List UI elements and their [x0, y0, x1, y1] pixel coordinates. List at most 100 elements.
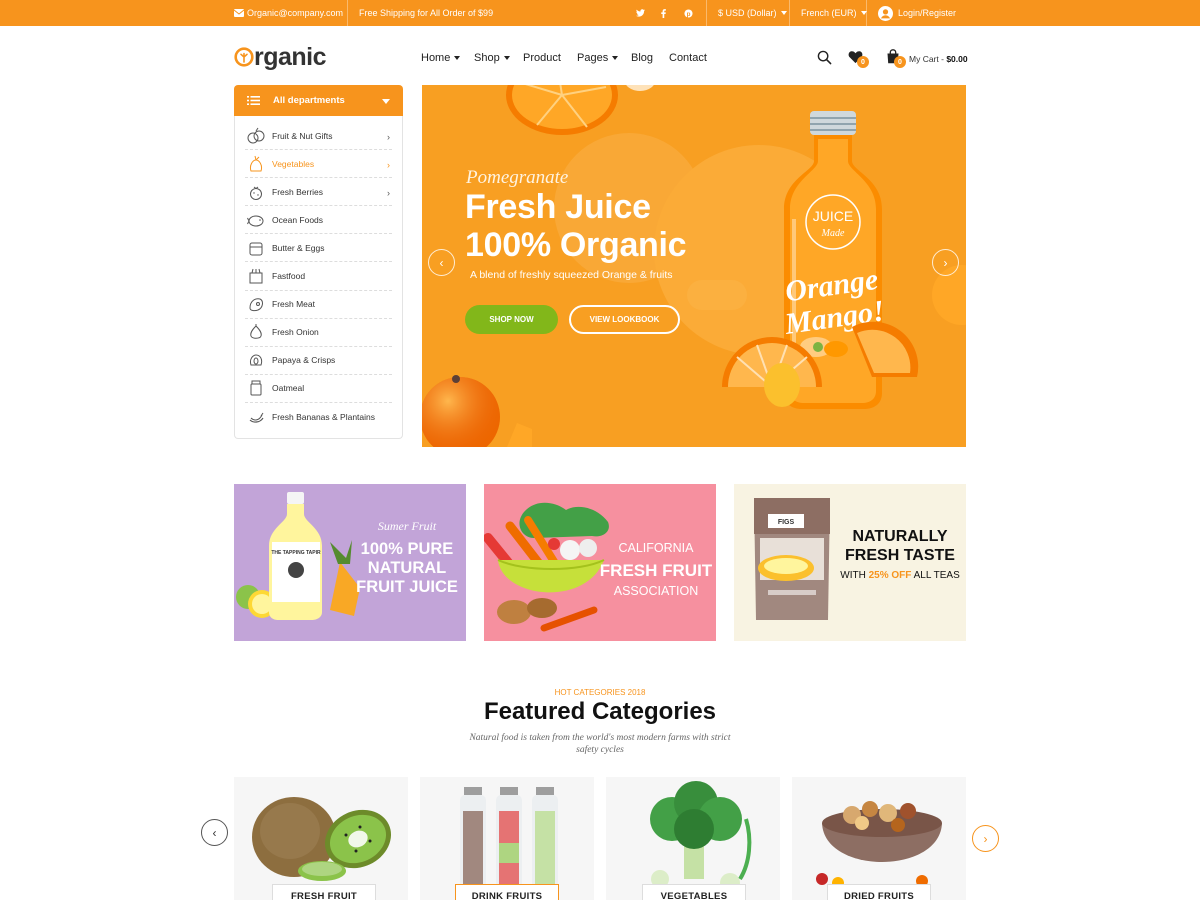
sidebar-item-fresh-bananas-and-plantains[interactable]: Fresh Bananas & Plantains — [245, 403, 392, 431]
sidebar-item-label: Fresh Berries — [272, 186, 324, 197]
banner1-line1: 100% PURE — [360, 540, 454, 558]
hero-description: A blend of freshly squeezed Orange & fru… — [470, 269, 673, 281]
package-label: FIGS — [778, 519, 795, 526]
nav-home[interactable]: Home — [421, 50, 461, 66]
cart-button[interactable]: 0 My Cart - $0.00 — [886, 49, 976, 69]
category-card-dried-fruits[interactable]: DRIED FRUITS — [792, 777, 966, 900]
kiwi-image — [252, 797, 392, 881]
chevron-right-icon: › — [943, 255, 948, 270]
chevron-down-icon — [382, 99, 390, 104]
featured-eyebrow: HOT CATEGORIES 2018 — [554, 688, 646, 697]
sidebar-item-label: Butter & Eggs — [272, 242, 325, 253]
bottle-label-made: Made — [821, 228, 845, 239]
nav-shop-label: Shop — [474, 52, 500, 64]
sidebar-item-label: Fresh Onion — [272, 327, 319, 338]
nav-shop[interactable]: Shop — [474, 50, 510, 66]
sidebar-item-fresh-meat[interactable]: Fresh Meat — [245, 291, 392, 319]
top-email[interactable]: Organic@company.com — [234, 0, 343, 26]
bottle-label-juice: JUICE — [813, 208, 853, 224]
oatmeal-icon — [247, 379, 265, 397]
list-icon — [247, 96, 260, 105]
category-label-vegetables[interactable]: VEGETABLES — [642, 884, 746, 900]
hero-prev-arrow[interactable]: ‹ — [428, 249, 455, 276]
facebook-icon[interactable] — [661, 0, 666, 26]
category-label-drink-fruits[interactable]: DRINK FRUITS — [455, 884, 559, 900]
search-icon[interactable] — [817, 50, 832, 70]
twitter-icon[interactable] — [636, 0, 645, 26]
shop-now-button[interactable]: SHOP NOW — [465, 305, 558, 334]
nav-contact[interactable]: Contact — [669, 50, 707, 66]
fastfood-icon — [247, 267, 265, 285]
banner2-line2: FRESH FRUIT — [599, 561, 713, 580]
sidebar-item-label: Oatmeal — [272, 383, 305, 394]
category-card-drink-fruits[interactable]: DRINK FRUITS — [420, 777, 594, 900]
sidebar-item-fresh-onion[interactable]: Fresh Onion — [245, 319, 392, 347]
chevron-left-icon: ‹ — [212, 825, 217, 840]
sidebar-item-papaya-and-crisps[interactable]: Papaya & Crisps — [245, 347, 392, 375]
all-departments-toggle[interactable]: All departments — [234, 85, 403, 116]
site-logo[interactable]: rganic — [234, 42, 327, 72]
banner-fruit-juice[interactable]: THE TAPPING TAPIR Sumer Fruit 100% PURE … — [234, 484, 466, 641]
nav-blog[interactable]: Blog — [631, 50, 653, 66]
nav-pages[interactable]: Pages — [577, 50, 619, 66]
banner-teas[interactable]: FIGS NATURALLY FRESH TASTE WITH 25% OFF … — [734, 484, 966, 641]
currency-select[interactable]: $ USD (Dollar) — [718, 0, 787, 26]
cart-count: 0 — [894, 56, 906, 68]
bottle-brand-label: THE TAPPING TAPIR — [271, 550, 321, 556]
fresh-meat-icon — [247, 295, 265, 313]
view-lookbook-button[interactable]: VIEW LOOKBOOK — [569, 305, 680, 334]
top-shipping: Free Shipping for All Order of $99 — [359, 8, 494, 18]
banner1-subtitle: Sumer Fruit — [377, 519, 437, 533]
sidebar-item-label: Papaya & Crisps — [272, 355, 336, 366]
fresh-berries-icon — [247, 183, 265, 201]
categories-next-arrow[interactable]: › — [972, 825, 999, 852]
sidebar-item-butter-and-eggs[interactable]: Butter & Eggs — [245, 234, 392, 263]
login-text: Login/Register — [898, 8, 957, 18]
sidebar-item-label: Fastfood — [272, 271, 306, 281]
nav-product[interactable]: Product — [523, 50, 561, 66]
wishlist-button[interactable]: 0 — [848, 50, 872, 68]
sidebar-item-fastfood[interactable]: Fastfood — [245, 263, 392, 291]
chevron-left-icon: ‹ — [439, 255, 444, 270]
sidebar-item-oatmeal[interactable]: Oatmeal — [245, 375, 392, 403]
banner2-line1: CALIFORNIA — [618, 541, 694, 555]
juice-bottle-image: THE TAPPING TAPIR — [236, 492, 360, 620]
language-select[interactable]: French (EUR) — [801, 0, 867, 26]
mail-icon — [234, 9, 244, 17]
hero-next-arrow[interactable]: › — [932, 249, 959, 276]
nav-home-label: Home — [421, 52, 451, 64]
chevron-down-icon — [503, 56, 510, 60]
hero-title-line2: 100% Organic — [465, 226, 687, 264]
svg-text:p: p — [687, 10, 691, 17]
cart-total: $0.00 — [946, 54, 968, 64]
sidebar-item-label: Ocean Foods — [272, 214, 324, 225]
vegetables-icon — [247, 155, 265, 173]
orange-slice-image — [506, 85, 654, 135]
sidebar-item-ocean-foods[interactable]: Ocean Foods — [245, 206, 392, 235]
cart-label: My Cart - $0.00 — [909, 54, 968, 64]
categories-prev-arrow[interactable]: ‹ — [201, 819, 228, 846]
category-label-fresh-fruit[interactable]: FRESH FRUIT — [272, 884, 376, 900]
fresh-bananas-and-plantains-icon — [247, 408, 265, 426]
sidebar-item-fresh-berries[interactable]: Fresh Berries › — [245, 178, 392, 207]
nav-product-label: Product — [523, 52, 561, 64]
chevron-right-icon: › — [387, 160, 390, 171]
sidebar-item-fruit-and-nut-gifts[interactable]: Fruit & Nut Gifts › — [245, 122, 392, 150]
top-bar: Organic@company.com Free Shipping for Al… — [0, 0, 1200, 26]
login-register-link[interactable]: Login/Register — [878, 0, 956, 26]
category-card-vegetables[interactable]: VEGETABLES — [606, 777, 780, 900]
category-label-dried-fruits[interactable]: DRIED FRUITS — [827, 884, 931, 900]
fruit-and-nut-gifts-icon — [247, 127, 265, 145]
category-card-fresh-fruit[interactable]: FRESH FRUIT — [234, 777, 408, 900]
banner-california[interactable]: CALIFORNIA FRESH FRUIT ASSOCIATION — [484, 484, 716, 641]
featured-description: Natural food is taken from the world's m… — [469, 733, 731, 755]
chevron-right-icon: › — [387, 188, 390, 199]
banner3-line2: FRESH TASTE — [845, 547, 955, 564]
pinterest-icon[interactable]: p — [684, 0, 693, 26]
sidebar-item-vegetables[interactable]: Vegetables › — [245, 150, 392, 179]
featured-title: Featured Categories — [483, 698, 717, 725]
broccoli-image — [650, 781, 752, 893]
currency-value: $ USD (Dollar) — [718, 8, 777, 18]
sidebar-item-label: Vegetables — [272, 158, 315, 169]
logo-leaf-icon — [234, 47, 254, 67]
